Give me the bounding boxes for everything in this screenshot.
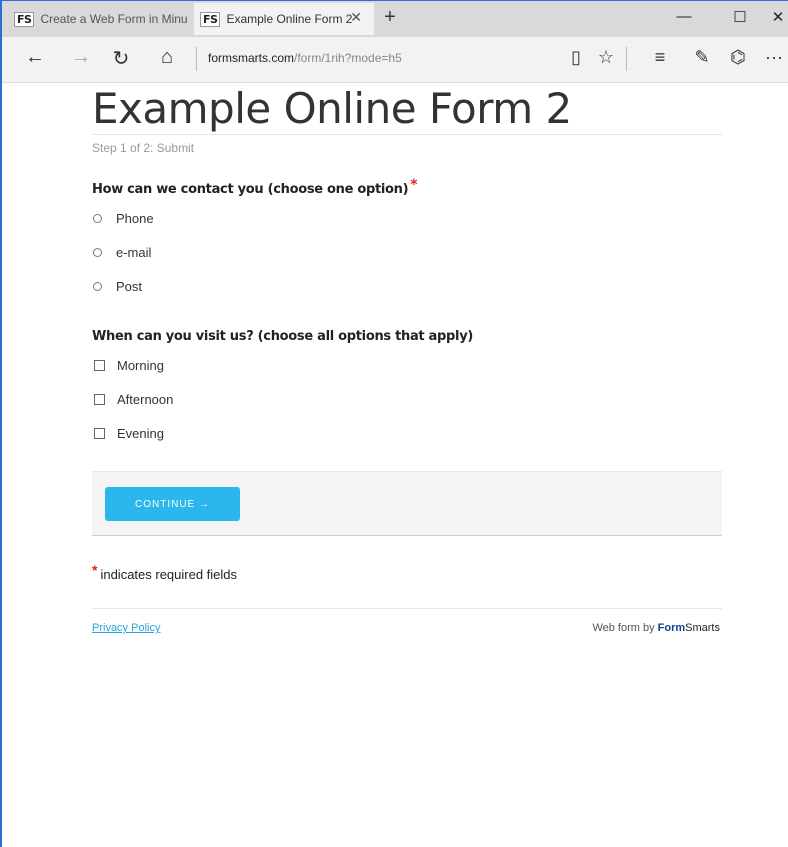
checkbox-option-morning[interactable]: Morning [92,348,722,382]
option-label: Phone [116,210,154,226]
toolbar-separator [626,47,627,71]
option-label: Morning [117,357,164,373]
brand-smarts: Smarts [685,622,720,634]
address-bar[interactable]: formsmarts.com/form/1rih?mode=h5 [208,51,402,65]
radio-button[interactable] [93,281,102,291]
contact-options: Phone e-mail Post [92,201,722,303]
required-fields-note: * indicates required fields [92,562,238,582]
web-note-icon[interactable]: ✎ [690,47,714,68]
question-text: How can we contact you (choose one optio… [92,182,409,197]
tab-title: Create a Web Form in Minu [40,12,188,26]
formsmarts-favicon-icon: FS [200,11,221,27]
contact-question-label: How can we contact you (choose one optio… [92,177,722,197]
formsmarts-favicon-icon: FS [14,11,35,27]
form-page: Example Online Form 2 Step 1 of 2: Submi… [92,82,722,450]
home-icon[interactable]: ⌂ [154,46,180,69]
tab-title: Example Online Form 2 [226,12,353,26]
brand-form: Form [657,622,686,634]
minimize-icon[interactable]: — [674,8,694,25]
step-indicator: Step 1 of 2: Submit [92,141,195,155]
share-icon[interactable]: ⌬ [726,47,750,68]
submit-area: CONTINUE → [92,471,722,536]
refresh-icon[interactable]: ↻ [108,46,134,71]
radio-button[interactable] [93,247,102,257]
address-host: formsmarts.com [208,51,295,65]
option-label: Afternoon [117,391,174,407]
forward-icon[interactable]: → [68,46,94,69]
checkbox-option-evening[interactable]: Evening [92,416,722,450]
required-asterisk: * [410,177,418,193]
back-icon[interactable]: ← [22,46,48,69]
option-label: Post [116,278,143,294]
reading-view-icon[interactable]: ▯ [564,47,588,68]
address-path: /form/1rih?mode=h5 [294,51,402,65]
checkbox[interactable] [94,359,105,371]
web-form-credit: Web form by FormSmarts [592,622,720,634]
maximize-icon[interactable]: ☐ [730,8,750,26]
formsmarts-brand-link[interactable]: FormSmarts [658,622,720,634]
address-separator [196,47,197,71]
visit-options: Morning Afternoon Evening [92,348,722,450]
required-note-text: indicates required fields [100,567,238,582]
new-tab-icon[interactable]: + [378,6,402,29]
navigation-bar: ← → ↻ ⌂ formsmarts.com/form/1rih?mode=h5… [2,37,788,83]
radio-option-email[interactable]: e-mail [92,235,722,269]
radio-option-phone[interactable]: Phone [92,201,722,235]
hub-icon[interactable]: ≡ [648,47,672,68]
tab-example-online-form[interactable]: FS Example Online Form 2 ✕ [194,3,374,35]
page-title: Example Online Form 2 [92,84,572,133]
radio-option-post[interactable]: Post [92,269,722,303]
more-icon[interactable]: ··· [762,47,786,68]
option-label: e-mail [116,244,152,260]
option-label: Evening [117,425,164,441]
browser-window: FS Create a Web Form in Minu FS Example … [0,0,788,847]
checkbox[interactable] [94,393,105,405]
favorite-star-icon[interactable]: ☆ [594,47,618,68]
privacy-policy-link[interactable]: Privacy Policy [92,622,160,634]
credit-text: Web form by [592,622,655,634]
radio-button[interactable] [93,213,102,223]
close-window-icon[interactable]: ✕ [768,8,788,26]
tab-bar: FS Create a Web Form in Minu FS Example … [2,0,788,38]
footer-divider [92,608,722,609]
continue-button[interactable]: CONTINUE → [105,487,240,521]
checkbox-option-afternoon[interactable]: Afternoon [92,382,722,416]
visit-question-label: When can you visit us? (choose all optio… [92,329,474,344]
close-tab-icon[interactable]: ✕ [350,9,362,26]
title-divider [92,134,722,135]
required-asterisk: * [92,562,98,578]
checkbox[interactable] [94,427,105,439]
tab-create-web-form[interactable]: FS Create a Web Form in Minu [8,3,192,35]
